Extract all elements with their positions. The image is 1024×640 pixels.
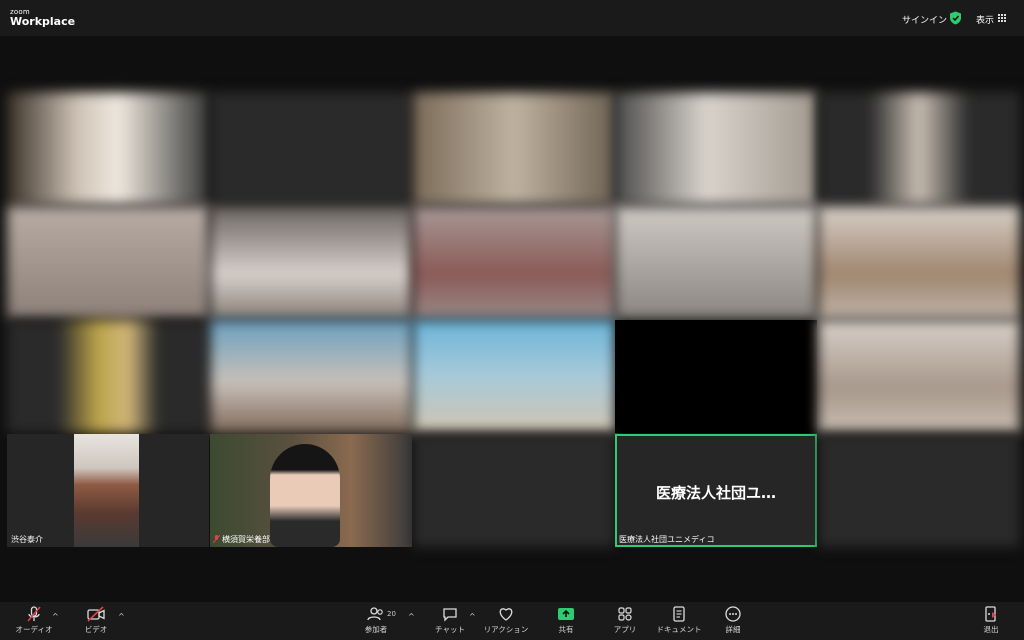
audio-label: オーディオ bbox=[15, 625, 53, 634]
camera-off-icon bbox=[87, 606, 105, 622]
participants-label: 参加者 bbox=[364, 625, 388, 634]
signin-link[interactable]: サインイン bbox=[902, 13, 947, 26]
leave-door-icon bbox=[985, 606, 996, 622]
video-tile-1[interactable] bbox=[7, 92, 209, 205]
participants-icon bbox=[367, 607, 383, 621]
shield-check-icon[interactable] bbox=[949, 11, 962, 25]
document-icon bbox=[673, 606, 685, 622]
video-tile-14-off[interactable] bbox=[615, 320, 817, 433]
docs-button[interactable]: ドキュメント bbox=[649, 606, 709, 635]
participant-name-row: 横須賀栄養部 bbox=[212, 534, 270, 545]
video-tile-2[interactable] bbox=[210, 92, 412, 205]
more-dots-icon bbox=[725, 606, 741, 622]
video-tile-18[interactable] bbox=[413, 434, 615, 547]
participant-name: 横須賀栄養部 bbox=[222, 535, 270, 544]
video-button[interactable]: ビデオ bbox=[66, 606, 126, 635]
chat-icon bbox=[443, 608, 457, 622]
participants-count: 20 bbox=[387, 610, 396, 618]
logo-workplace-text: Workplace bbox=[10, 15, 76, 28]
more-label: 詳細 bbox=[725, 625, 741, 634]
participant-video bbox=[270, 444, 340, 547]
share-screen-icon bbox=[558, 608, 574, 620]
video-tile-5[interactable] bbox=[818, 92, 1020, 205]
video-tile-20[interactable] bbox=[818, 434, 1020, 547]
participant-name: 渋谷泰介 bbox=[11, 535, 43, 544]
video-tile-7[interactable] bbox=[210, 206, 412, 319]
video-tile-6[interactable] bbox=[7, 206, 209, 319]
share-label: 共有 bbox=[558, 625, 574, 634]
video-options-caret[interactable]: ^ bbox=[118, 612, 125, 621]
apps-label: アプリ bbox=[613, 625, 637, 634]
apps-button[interactable]: アプリ bbox=[595, 606, 655, 635]
participant-name: 医療法人社団ユニメディコ bbox=[619, 535, 715, 544]
chat-options-caret[interactable]: ^ bbox=[469, 612, 476, 621]
video-tile-yokosuka[interactable]: 横須賀栄養部 bbox=[210, 434, 412, 547]
video-tile-15[interactable] bbox=[818, 320, 1020, 433]
chat-label: チャット bbox=[435, 625, 465, 634]
participant-video bbox=[74, 434, 139, 547]
video-tile-11[interactable] bbox=[7, 320, 209, 433]
audio-options-caret[interactable]: ^ bbox=[52, 612, 59, 621]
leave-label: 退出 bbox=[983, 625, 999, 634]
mic-muted-icon bbox=[27, 606, 41, 622]
video-tile-8[interactable] bbox=[413, 206, 615, 319]
participants-options-caret[interactable]: ^ bbox=[408, 612, 415, 621]
view-menu[interactable]: 表示 bbox=[976, 13, 994, 26]
apps-icon bbox=[618, 607, 632, 621]
leave-button[interactable]: 退出 bbox=[961, 606, 1021, 635]
video-tile-shibuya[interactable]: 渋谷泰介 bbox=[7, 434, 209, 547]
grid-view-icon[interactable] bbox=[998, 14, 1006, 22]
reaction-button[interactable]: リアクション bbox=[476, 606, 536, 635]
top-bar: zoom Workplace サインイン 表示 bbox=[0, 0, 1024, 36]
video-gallery: 渋谷泰介 横須賀栄養部 医療法人社団ユ… 医療法人社団ユニメディコ bbox=[0, 36, 1024, 602]
participant-display-name: 医療法人社団ユ… bbox=[655, 484, 776, 502]
heart-icon bbox=[499, 608, 513, 621]
video-label: ビデオ bbox=[84, 625, 108, 634]
share-button[interactable]: 共有 bbox=[536, 606, 596, 635]
participants-button[interactable]: 参加者 bbox=[346, 606, 406, 635]
video-tile-13[interactable] bbox=[413, 320, 615, 433]
muted-mic-icon bbox=[212, 534, 221, 544]
video-tile-10[interactable] bbox=[818, 206, 1020, 319]
more-button[interactable]: 詳細 bbox=[703, 606, 763, 635]
meeting-toolbar: オーディオ ^ ビデオ ^ 参加者 20 ^ チャット ^ リアクション 共有 … bbox=[0, 602, 1024, 640]
docs-label: ドキュメント bbox=[656, 625, 702, 634]
video-tile-active-speaker[interactable]: 医療法人社団ユ… 医療法人社団ユニメディコ bbox=[615, 434, 817, 547]
video-tile-12[interactable] bbox=[210, 320, 412, 433]
zoom-workplace-logo: zoom Workplace bbox=[10, 9, 76, 28]
video-tile-3[interactable] bbox=[413, 92, 615, 205]
reaction-label: リアクション bbox=[483, 625, 529, 634]
video-tile-4[interactable] bbox=[615, 92, 817, 205]
video-tile-9[interactable] bbox=[615, 206, 817, 319]
